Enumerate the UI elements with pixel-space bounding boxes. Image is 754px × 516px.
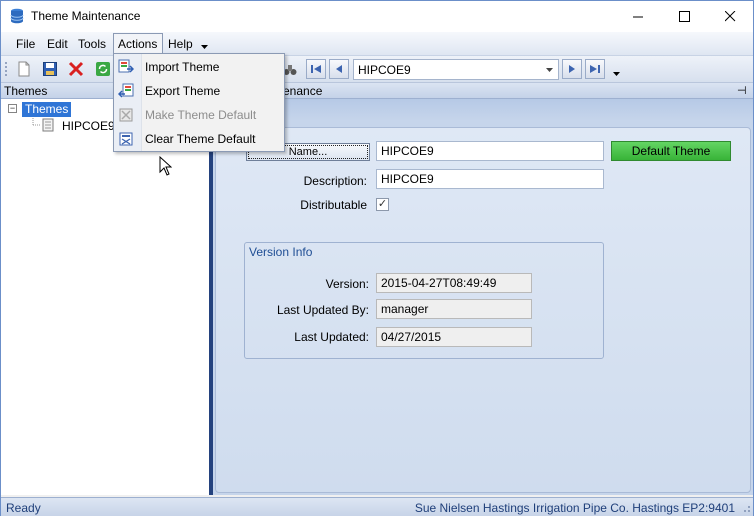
app-window: Theme Maintenance File Edit Tools Action… [0, 0, 754, 516]
menu-item-label: Clear Theme Default [145, 132, 256, 146]
mouse-cursor-icon [159, 156, 172, 176]
menu-item-clear-theme-default[interactable]: Clear Theme Default [114, 127, 284, 151]
theme-document-icon [42, 118, 54, 132]
resize-grip-icon[interactable] [741, 503, 751, 513]
menu-tools[interactable]: Tools [78, 37, 106, 51]
menu-file[interactable]: File [16, 37, 35, 51]
delete-icon[interactable] [68, 61, 84, 77]
import-theme-icon [118, 59, 134, 73]
status-bar: Ready Sue Nielsen Hastings Irrigation Pi… [1, 497, 753, 516]
distributable-label: Distributable [300, 198, 367, 212]
menu-help[interactable]: Help [168, 37, 193, 51]
save-icon[interactable] [42, 61, 58, 77]
menu-actions[interactable]: Actions [118, 37, 157, 51]
first-record-icon [311, 65, 321, 73]
make-default-icon [119, 108, 133, 122]
chevron-down-icon [546, 67, 553, 72]
next-record-button[interactable] [562, 59, 582, 79]
menubar-overflow-icon[interactable] [201, 45, 208, 49]
version-field: 2015-04-27T08:49:49 [376, 273, 532, 293]
next-record-icon [569, 65, 575, 73]
previous-record-icon [336, 65, 342, 73]
window-title: Theme Maintenance [31, 9, 141, 23]
description-field[interactable]: HIPCOE9 [376, 169, 604, 189]
theme-maintenance-panel-title: enance [283, 84, 323, 98]
last-updated-field: 04/27/2015 [376, 327, 532, 347]
themes-panel-title: Themes [4, 84, 48, 98]
last-record-icon [590, 65, 600, 73]
last-updated-by-field: manager [376, 299, 532, 319]
theme-select[interactable]: HIPCOE9 [353, 59, 559, 80]
last-record-button[interactable] [585, 59, 605, 79]
title-bar[interactable]: Theme Maintenance [1, 1, 753, 32]
menu-item-export-theme[interactable]: Export Theme [114, 79, 284, 103]
refresh-icon[interactable] [95, 61, 111, 77]
menu-edit[interactable]: Edit [47, 37, 68, 51]
version-label: Version: [325, 277, 369, 291]
maximize-button[interactable] [661, 1, 707, 32]
menu-item-import-theme[interactable]: Import Theme [114, 55, 284, 79]
version-info-title: Version Info [249, 245, 313, 259]
maximize-icon [678, 11, 690, 22]
themes-tree-panel[interactable] [1, 99, 209, 495]
panel-pin-icon[interactable]: ⊣ [737, 84, 747, 97]
close-button[interactable] [707, 1, 753, 32]
toolbar-grip-icon [5, 62, 7, 76]
export-theme-icon [118, 83, 134, 98]
menu-item-label: Export Theme [145, 84, 221, 98]
theme-select-dropdown-button[interactable] [541, 60, 558, 79]
theme-maintenance-panel-header: enance ⊣ [213, 83, 753, 99]
default-theme-button[interactable]: Default Theme [611, 141, 731, 161]
last-updated-by-label: Last Updated By: [276, 303, 369, 317]
app-database-icon [10, 8, 24, 24]
tree-collapse-toggle[interactable]: − [8, 104, 17, 113]
clear-default-icon [119, 132, 133, 146]
minimize-button[interactable] [615, 1, 661, 32]
close-icon [724, 11, 735, 22]
actions-dropdown-menu: Import Theme Export Theme Make Theme Def… [113, 53, 285, 152]
distributable-checkbox[interactable]: ✓ [376, 198, 389, 211]
new-document-icon[interactable] [16, 61, 32, 77]
description-label: Description: [303, 174, 367, 188]
minimize-icon [632, 16, 643, 18]
status-text: Ready [6, 501, 41, 515]
theme-select-value: HIPCOE9 [358, 63, 411, 77]
name-field[interactable]: HIPCOE9 [376, 141, 604, 161]
menu-item-make-theme-default[interactable]: Make Theme Default [114, 103, 284, 127]
tree-node-theme[interactable]: HIPCOE9 [62, 119, 115, 133]
menu-item-label: Make Theme Default [145, 108, 257, 122]
tree-node-themes[interactable]: Themes [22, 102, 72, 117]
theme-detail-band [213, 99, 753, 121]
previous-record-button[interactable] [329, 59, 349, 79]
status-user-info: Sue Nielsen Hastings Irrigation Pipe Co.… [414, 501, 735, 515]
menu-item-label: Import Theme [145, 60, 220, 74]
first-record-button[interactable] [306, 59, 326, 79]
last-updated-label: Last Updated: [294, 330, 369, 344]
toolbar-overflow-icon[interactable] [613, 72, 620, 76]
